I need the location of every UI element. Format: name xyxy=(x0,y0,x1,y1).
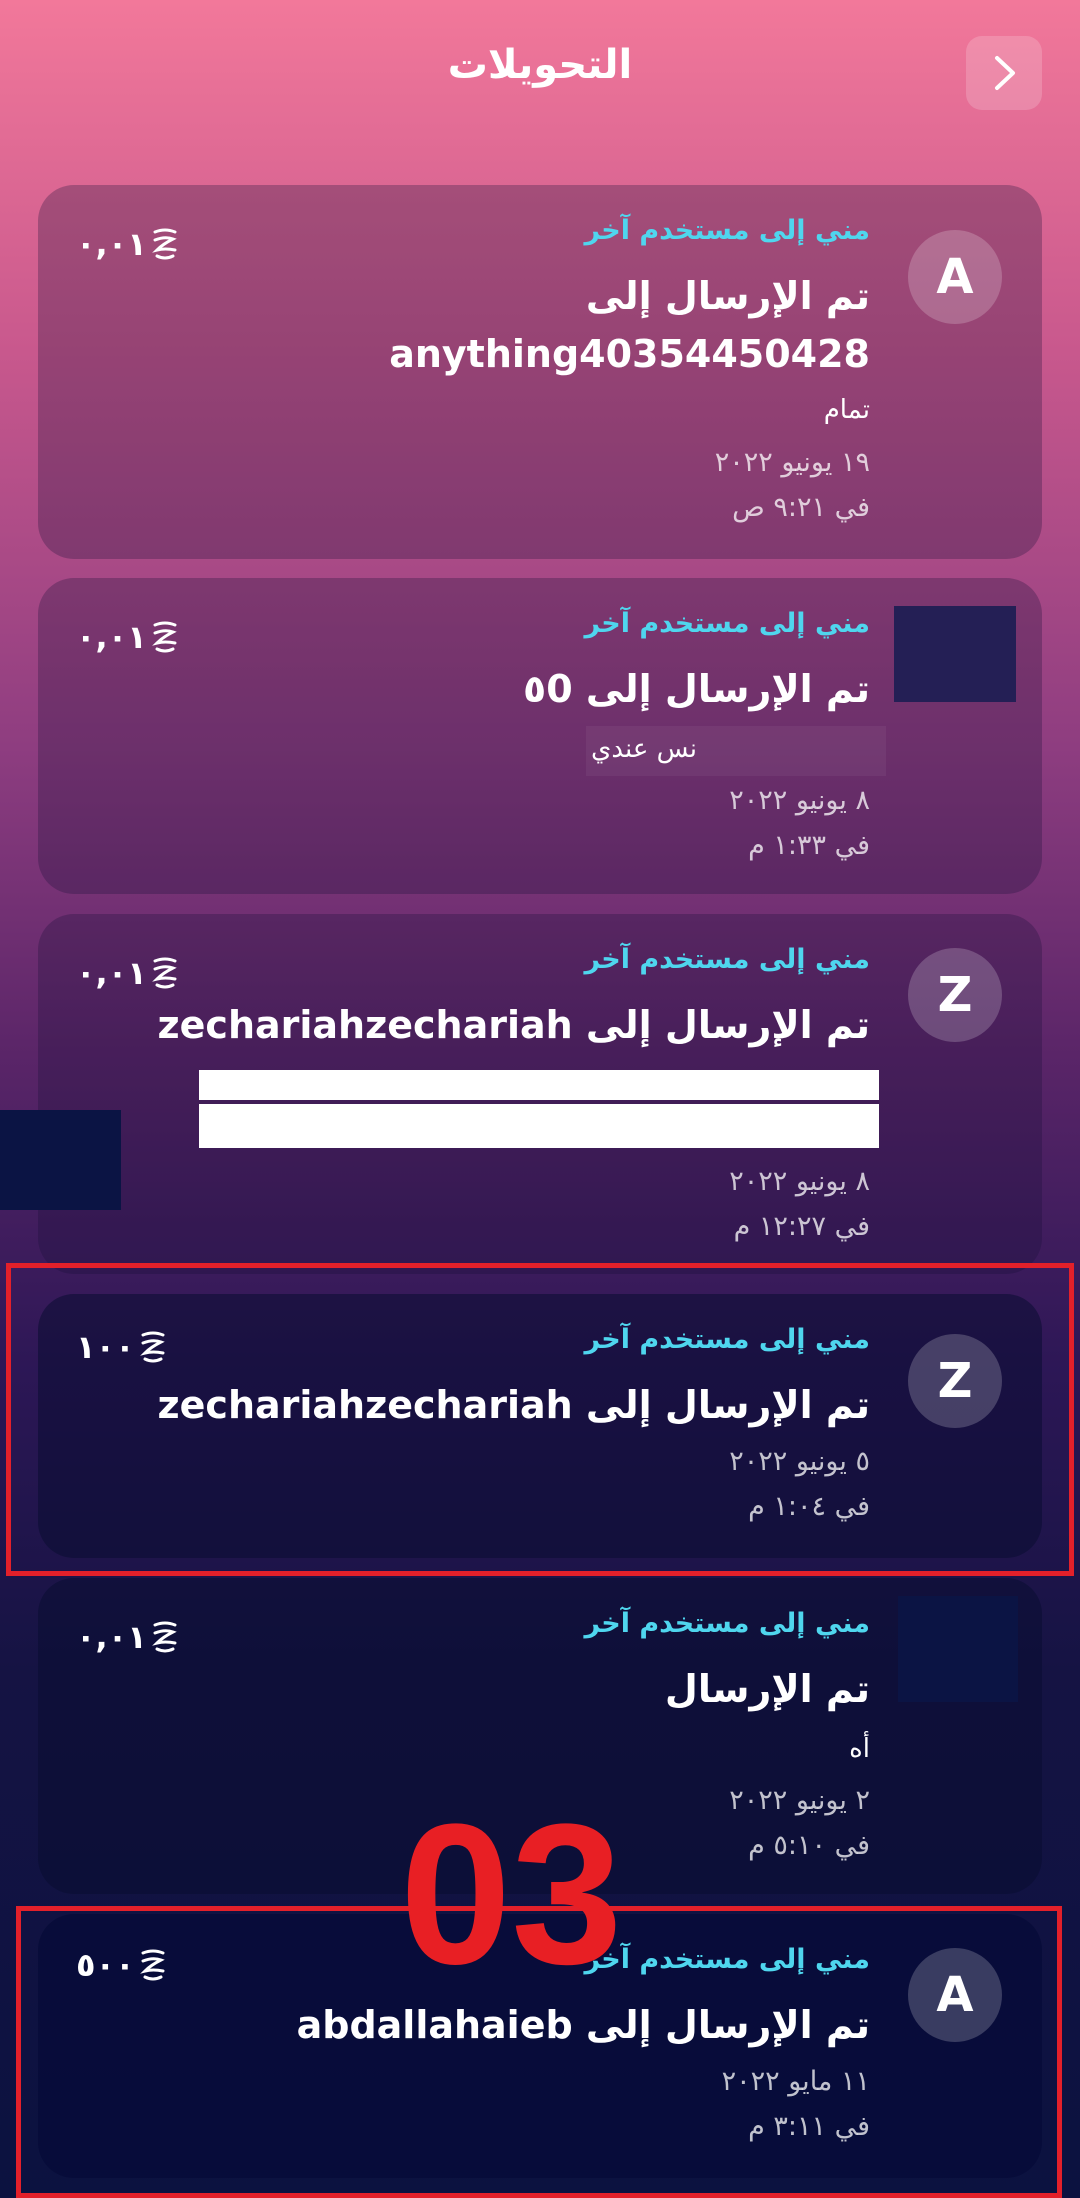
transfer-date: ١٩ يونيو ٢٠٢٢ xyxy=(714,447,870,478)
coin-icon xyxy=(151,957,177,989)
transfer-direction: مني إلى مستخدم آخر xyxy=(584,944,870,975)
header: التحويلات xyxy=(0,0,1080,140)
amount-value: ١٠٠ xyxy=(76,1328,135,1366)
chevron-right-icon xyxy=(995,56,1015,90)
coin-icon xyxy=(139,1949,165,1981)
transfer-direction: مني إلى مستخدم آخر xyxy=(584,215,870,246)
transfer-note: تمام xyxy=(823,395,870,425)
transfer-date: ١١ مايو ٢٠٢٢ xyxy=(721,2066,870,2097)
coin-icon xyxy=(151,1621,177,1653)
transfer-card[interactable]: Z مني إلى مستخدم آخر تم الإرسال إلى zech… xyxy=(38,914,1042,1274)
transfer-date: ٨ يونيو ٢٠٢٢ xyxy=(729,785,870,816)
amount-value: ٠,٠١ xyxy=(76,618,147,656)
redaction-block xyxy=(0,1110,121,1210)
avatar: A xyxy=(908,230,1002,324)
transfer-amount: ٠,٠١ xyxy=(76,618,179,656)
transfer-time: في ٣:١١ م xyxy=(748,2111,870,2142)
redacted-avatar xyxy=(894,606,1016,702)
redacted-note xyxy=(199,1104,879,1148)
transfer-amount: ٠,٠١ xyxy=(76,1618,179,1656)
back-button[interactable] xyxy=(966,36,1042,110)
coin-icon xyxy=(139,1331,165,1363)
transfer-time: في ٩:٢١ ص xyxy=(732,492,870,523)
transfer-amount: ٠,٠١ xyxy=(76,954,179,992)
recipient-username: anything40354450428 xyxy=(389,332,870,376)
transfer-time: في ١:٣٣ م xyxy=(748,830,870,861)
amount-value: ٠,٠١ xyxy=(76,225,147,263)
avatar: A xyxy=(908,1948,1002,2042)
redacted-avatar xyxy=(898,1596,1018,1702)
transfer-direction: مني إلى مستخدم آخر xyxy=(584,608,870,639)
transfer-title: تم الإرسال xyxy=(664,1667,870,1711)
transfer-date: ٢ يونيو ٢٠٢٢ xyxy=(729,1785,870,1816)
amount-value: ٥٠٠ xyxy=(76,1946,135,1984)
transfer-time: في ١:٠٤ م xyxy=(748,1491,870,1522)
transfer-title: تم الإرسال إلى xyxy=(585,274,870,318)
transfer-card[interactable]: Z مني إلى مستخدم آخر تم الإرسال إلى zech… xyxy=(38,1294,1042,1558)
transfer-direction: مني إلى مستخدم آخر xyxy=(584,1608,870,1639)
transfer-note: أه xyxy=(849,1734,870,1764)
transfer-direction: مني إلى مستخدم آخر xyxy=(584,1944,870,1975)
transfer-note: نس عندي xyxy=(590,734,697,764)
page-title: التحويلات xyxy=(447,42,633,88)
avatar: Z xyxy=(908,1334,1002,1428)
step-number: 03 xyxy=(400,1783,623,2006)
coin-icon xyxy=(151,621,177,653)
transfer-card[interactable]: A مني إلى مستخدم آخر تم الإرسال إلى anyt… xyxy=(38,185,1042,559)
transfer-amount: ١٠٠ xyxy=(76,1328,167,1366)
transfer-title: تم الإرسال إلى ٥0 xyxy=(523,667,870,711)
transfer-card[interactable]: مني إلى مستخدم آخر تم الإرسال إلى ٥0 نس … xyxy=(38,578,1042,894)
transfer-direction: مني إلى مستخدم آخر xyxy=(584,1324,870,1355)
transfer-time: في ١٢:٢٧ م xyxy=(733,1211,870,1242)
transfer-amount: ٥٠٠ xyxy=(76,1946,167,1984)
avatar: Z xyxy=(908,948,1002,1042)
transfer-date: ٨ يونيو ٢٠٢٢ xyxy=(729,1166,870,1197)
transfer-date: ٥ يونيو ٢٠٢٢ xyxy=(729,1446,870,1477)
transfer-title: تم الإرسال إلى zechariahzechariah xyxy=(157,1383,870,1427)
amount-value: ٠,٠١ xyxy=(76,954,147,992)
coin-icon xyxy=(151,228,177,260)
amount-value: ٠,٠١ xyxy=(76,1618,147,1656)
transfer-amount: ٠,٠١ xyxy=(76,225,179,263)
redacted-note xyxy=(199,1070,879,1100)
transfer-time: في ٥:١٠ م xyxy=(748,1830,870,1861)
transfer-title: تم الإرسال إلى zechariahzechariah xyxy=(157,1003,870,1047)
